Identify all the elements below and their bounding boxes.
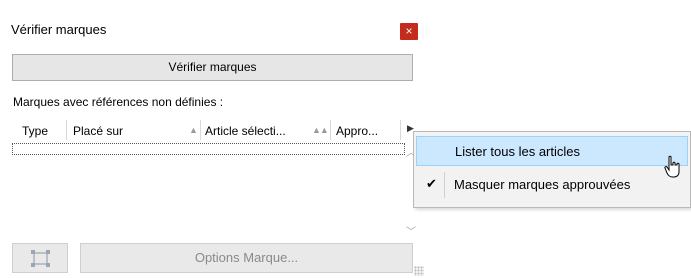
column-header-placed-on[interactable]: Placé sur <box>73 124 123 138</box>
sort-asc-icon: ▲ <box>189 125 198 135</box>
checkmark-icon: ✔ <box>426 176 437 191</box>
frame-button[interactable] <box>12 243 68 273</box>
column-divider[interactable] <box>400 120 401 140</box>
mark-options-button[interactable]: Options Marque... <box>80 243 413 273</box>
marks-table: Type Placé sur ▲ Article sélecti... ▲▲ A… <box>12 116 410 238</box>
undefined-references-label: Marques avec références non définies : <box>13 95 224 109</box>
menu-item-label: Masquer marques approuvées <box>454 177 631 192</box>
column-header-approved[interactable]: Appro... <box>336 124 378 138</box>
table-header: Type Placé sur ▲ Article sélecti... ▲▲ A… <box>12 116 410 142</box>
verify-marks-button[interactable]: Vérifier marques <box>12 54 413 81</box>
column-divider[interactable] <box>200 120 201 140</box>
column-divider[interactable] <box>330 120 331 140</box>
table-row[interactable] <box>12 143 405 155</box>
check-marks-panel: Vérifier marques × Vérifier marques Marq… <box>0 0 426 278</box>
menu-item-list-all-articles[interactable]: Lister tous les articles <box>416 136 688 166</box>
menu-item-label: Lister tous les articles <box>455 144 580 159</box>
column-divider[interactable] <box>66 120 67 140</box>
column-header-type[interactable]: Type <box>22 124 48 138</box>
column-header-selected-article[interactable]: Article sélecti... <box>205 124 286 138</box>
resize-grip[interactable] <box>414 266 424 276</box>
check-column-divider <box>444 172 445 198</box>
context-menu: Lister tous les articles ✔ Masquer marqu… <box>413 131 691 208</box>
sort-secondary-icon: ▲▲ <box>312 125 329 135</box>
panel-title: Vérifier marques <box>11 22 107 37</box>
frame-icon <box>31 250 50 267</box>
menu-item-hide-approved-marks[interactable]: ✔ Masquer marques approuvées <box>416 170 688 200</box>
close-button[interactable]: × <box>400 23 418 40</box>
mouse-pointer-icon <box>664 155 680 178</box>
close-icon: × <box>405 24 413 38</box>
scroll-down-arrow-icon[interactable]: ﹀ <box>406 223 416 238</box>
